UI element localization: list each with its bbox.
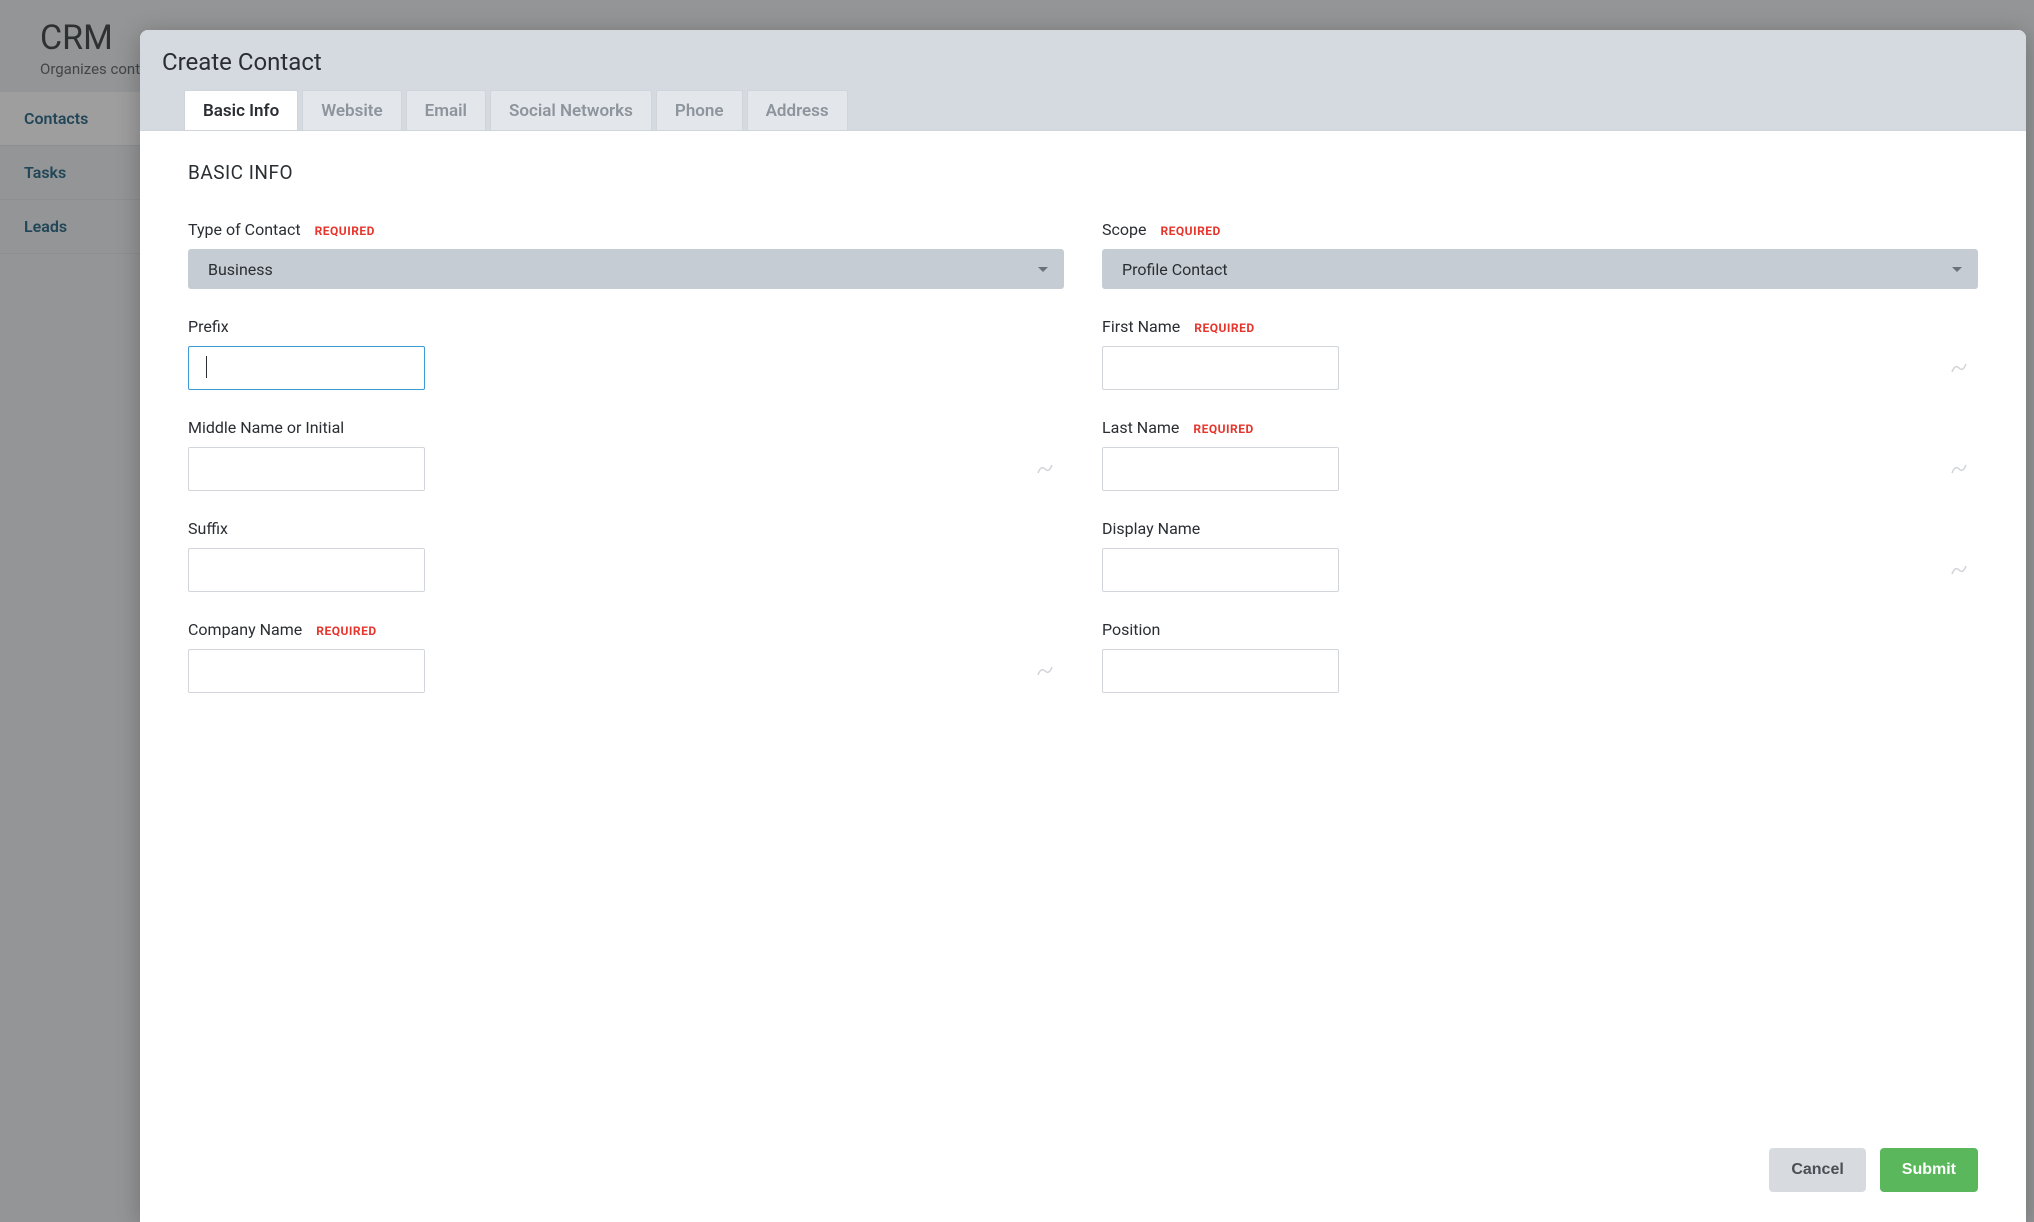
section-title: BASIC INFO bbox=[188, 161, 1978, 184]
required-badge: REQUIRED bbox=[316, 624, 376, 638]
resize-handle-icon bbox=[1036, 463, 1054, 475]
display-name-input[interactable] bbox=[1102, 548, 1339, 592]
tab-email[interactable]: Email bbox=[406, 90, 486, 130]
modal-footer: Cancel Submit bbox=[140, 1130, 2026, 1222]
resize-handle-icon bbox=[1950, 463, 1968, 475]
field-label: Prefix bbox=[188, 317, 229, 336]
required-badge: REQUIRED bbox=[1160, 224, 1220, 238]
select-value: Profile Contact bbox=[1122, 260, 1228, 279]
last-name-input[interactable] bbox=[1102, 447, 1339, 491]
tab-basic-info[interactable]: Basic Info bbox=[184, 90, 298, 130]
position-input[interactable] bbox=[1102, 649, 1339, 693]
field-label: Scope bbox=[1102, 220, 1146, 239]
tab-address[interactable]: Address bbox=[747, 90, 848, 130]
field-prefix: Prefix bbox=[188, 317, 1064, 390]
resize-handle-icon bbox=[1950, 564, 1968, 576]
tab-website[interactable]: Website bbox=[302, 90, 401, 130]
modal-header: Create Contact Basic Info Website Email … bbox=[140, 30, 2026, 130]
field-type-of-contact: Type of Contact REQUIRED Business bbox=[188, 220, 1064, 289]
text-cursor bbox=[206, 356, 207, 378]
scope-select[interactable]: Profile Contact bbox=[1102, 249, 1978, 289]
field-label: Display Name bbox=[1102, 519, 1200, 538]
suffix-input[interactable] bbox=[188, 548, 425, 592]
form-grid: Type of Contact REQUIRED Business Scope … bbox=[188, 220, 1978, 693]
resize-handle-icon bbox=[1950, 362, 1968, 374]
submit-button[interactable]: Submit bbox=[1880, 1148, 1978, 1192]
first-name-input[interactable] bbox=[1102, 346, 1339, 390]
modal-title: Create Contact bbox=[162, 48, 2004, 90]
required-badge: REQUIRED bbox=[1194, 321, 1254, 335]
field-label: Last Name bbox=[1102, 418, 1179, 437]
resize-handle-icon bbox=[1036, 665, 1054, 677]
field-first-name: First Name REQUIRED bbox=[1102, 317, 1978, 390]
tab-social-networks[interactable]: Social Networks bbox=[490, 90, 652, 130]
field-company-name: Company Name REQUIRED bbox=[188, 620, 1064, 693]
cancel-button[interactable]: Cancel bbox=[1769, 1148, 1865, 1192]
type-of-contact-select[interactable]: Business bbox=[188, 249, 1064, 289]
field-scope: Scope REQUIRED Profile Contact bbox=[1102, 220, 1978, 289]
chevron-down-icon bbox=[1038, 267, 1048, 272]
required-badge: REQUIRED bbox=[1193, 422, 1253, 436]
modal-body: BASIC INFO Type of Contact REQUIRED Busi… bbox=[140, 130, 2026, 1130]
create-contact-modal: Create Contact Basic Info Website Email … bbox=[140, 30, 2026, 1222]
field-label: Position bbox=[1102, 620, 1160, 639]
tab-phone[interactable]: Phone bbox=[656, 90, 743, 130]
field-label: Type of Contact bbox=[188, 220, 301, 239]
prefix-input[interactable] bbox=[188, 346, 425, 390]
field-label: Middle Name or Initial bbox=[188, 418, 344, 437]
field-label: Suffix bbox=[188, 519, 228, 538]
chevron-down-icon bbox=[1952, 267, 1962, 272]
field-middle-name: Middle Name or Initial bbox=[188, 418, 1064, 491]
field-label: Company Name bbox=[188, 620, 302, 639]
middle-name-input[interactable] bbox=[188, 447, 425, 491]
field-position: Position bbox=[1102, 620, 1978, 693]
required-badge: REQUIRED bbox=[315, 224, 375, 238]
field-display-name: Display Name bbox=[1102, 519, 1978, 592]
select-value: Business bbox=[208, 260, 273, 279]
modal-tabs: Basic Info Website Email Social Networks… bbox=[162, 90, 2004, 130]
company-name-input[interactable] bbox=[188, 649, 425, 693]
field-suffix: Suffix bbox=[188, 519, 1064, 592]
field-last-name: Last Name REQUIRED bbox=[1102, 418, 1978, 491]
field-label: First Name bbox=[1102, 317, 1180, 336]
